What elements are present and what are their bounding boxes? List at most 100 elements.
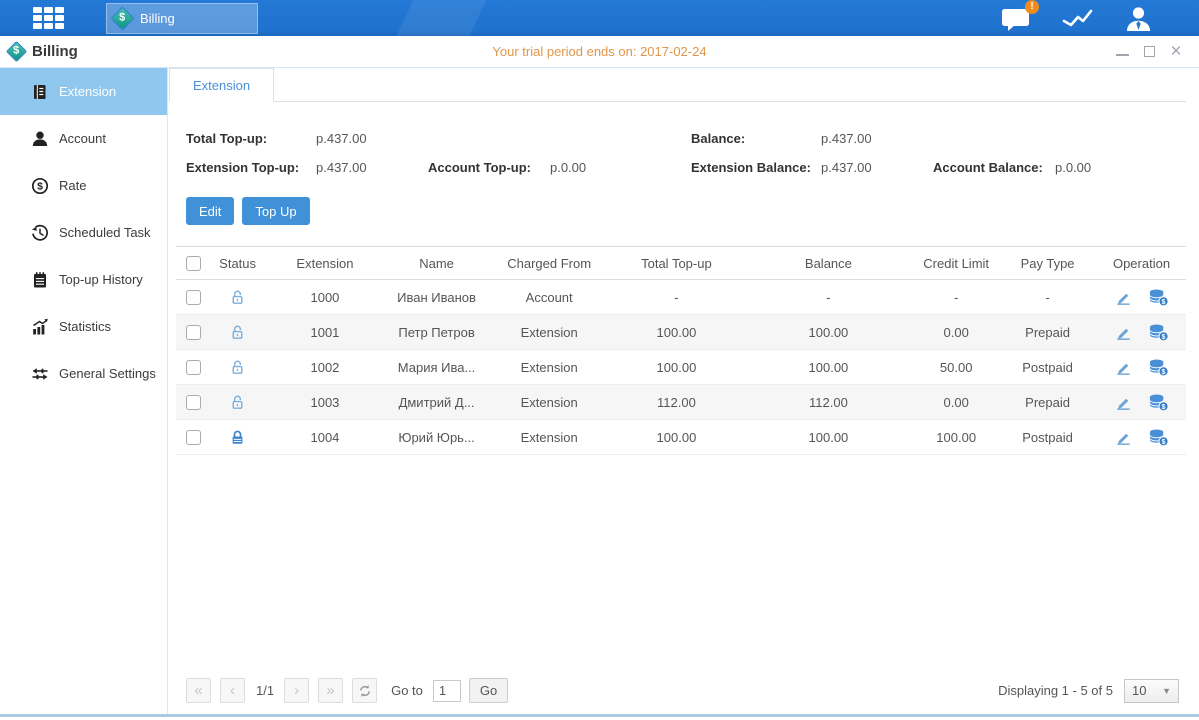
sidebar-item-extension[interactable]: Extension (0, 68, 167, 115)
close-button[interactable]: × (1169, 45, 1183, 59)
go-button[interactable]: Go (469, 678, 508, 703)
sidebar-item-account[interactable]: Account (0, 115, 167, 162)
extension-topup-label: Extension Top-up: (186, 160, 316, 175)
col-charged-from: Charged From (488, 247, 610, 280)
cell-total-topup: - (610, 280, 742, 315)
row-checkbox[interactable] (186, 430, 201, 445)
total-topup-label: Total Top-up: (186, 131, 316, 146)
cell-total-topup: 100.00 (610, 315, 742, 350)
edit-row-icon[interactable] (1114, 288, 1133, 307)
cell-credit-limit: - (914, 280, 998, 315)
refresh-button[interactable] (352, 678, 377, 703)
sidebar-item-label: Account (59, 131, 106, 146)
unlocked-status-icon[interactable] (229, 394, 246, 411)
sidebar-item-topup-history[interactable]: Top-up History (0, 256, 167, 303)
cell-total-topup: 112.00 (610, 385, 742, 420)
svg-text:$: $ (1162, 332, 1166, 340)
goto-page-input[interactable] (433, 680, 461, 702)
row-checkbox[interactable] (186, 290, 201, 305)
edit-row-icon[interactable] (1114, 428, 1133, 447)
sidebar-item-label: Extension (59, 84, 116, 99)
sidebar-item-label: Rate (59, 178, 86, 193)
messages-icon[interactable]: ! (1001, 6, 1032, 31)
window-title: Billing (32, 43, 78, 60)
col-status: Status (210, 247, 265, 280)
unlocked-status-icon[interactable] (229, 324, 246, 341)
account-topup-label: Account Top-up: (428, 160, 550, 175)
cell-extension: 1002 (265, 350, 385, 385)
sidebar-item-scheduled-task[interactable]: Scheduled Task (0, 209, 167, 256)
refresh-icon (358, 684, 372, 698)
page-size-select[interactable]: 10 ▼ (1124, 679, 1179, 703)
svg-text:$: $ (1162, 437, 1166, 445)
minimize-button[interactable] (1115, 45, 1129, 59)
topup-row-icon[interactable]: $ (1148, 323, 1169, 342)
taskbar: $ Billing ! (0, 0, 1199, 36)
chevron-down-icon: ▼ (1162, 686, 1171, 696)
col-extension: Extension (265, 247, 385, 280)
cell-balance: 100.00 (743, 420, 915, 455)
row-checkbox[interactable] (186, 325, 201, 340)
cell-charged-from: Extension (488, 385, 610, 420)
sidebar: Extension Account $ Rate Scheduled Task (0, 68, 168, 714)
edit-row-icon[interactable] (1114, 358, 1133, 377)
sidebar-item-rate[interactable]: $ Rate (0, 162, 167, 209)
edit-row-icon[interactable] (1114, 323, 1133, 342)
main-content: Extension Total Top-up: p.437.00 Extensi… (168, 68, 1199, 714)
scheduled-task-clock-icon (31, 224, 49, 242)
maximize-button[interactable] (1142, 45, 1156, 59)
edit-button[interactable]: Edit (186, 197, 234, 225)
table-row: 1000 Иван Иванов Account - - - - (176, 280, 1186, 315)
cell-extension: 1003 (265, 385, 385, 420)
topup-row-icon[interactable]: $ (1148, 358, 1169, 377)
account-person-icon (31, 130, 49, 148)
next-page-button[interactable]: › (284, 678, 309, 703)
goto-label: Go to (391, 683, 423, 698)
last-page-button[interactable]: » (318, 678, 343, 703)
cell-credit-limit: 100.00 (914, 420, 998, 455)
col-credit-limit: Credit Limit (914, 247, 998, 280)
col-balance: Balance (743, 247, 915, 280)
first-page-button[interactable]: « (186, 678, 211, 703)
reports-chart-icon[interactable] (1062, 6, 1094, 30)
col-name: Name (385, 247, 488, 280)
app-grid-icon[interactable] (33, 7, 64, 29)
taskbar-tab-billing[interactable]: $ Billing (106, 3, 258, 34)
edit-row-icon[interactable] (1114, 393, 1133, 412)
locked-status-icon[interactable] (229, 429, 246, 446)
select-all-checkbox[interactable] (186, 256, 201, 271)
cell-pay-type: - (998, 280, 1097, 315)
unlocked-status-icon[interactable] (229, 289, 246, 306)
user-account-icon[interactable] (1124, 5, 1153, 31)
unlocked-status-icon[interactable] (229, 359, 246, 376)
tab-strip: Extension (169, 68, 1186, 102)
sidebar-item-general-settings[interactable]: General Settings (0, 350, 167, 397)
col-total-topup: Total Top-up (610, 247, 742, 280)
tab-extension[interactable]: Extension (169, 68, 274, 102)
cell-pay-type: Postpaid (998, 420, 1097, 455)
statistics-chart-icon (31, 318, 49, 336)
svg-text:$: $ (1162, 402, 1166, 410)
cell-credit-limit: 50.00 (914, 350, 998, 385)
prev-page-button[interactable]: ‹ (220, 678, 245, 703)
cell-name: Петр Петров (385, 315, 488, 350)
row-checkbox[interactable] (186, 360, 201, 375)
cell-balance: 100.00 (743, 315, 915, 350)
cell-total-topup: 100.00 (610, 350, 742, 385)
svg-text:$: $ (1162, 297, 1166, 305)
balance-value: p.437.00 (821, 131, 933, 146)
top-up-button[interactable]: Top Up (242, 197, 309, 225)
row-checkbox[interactable] (186, 395, 201, 410)
col-operation: Operation (1097, 247, 1186, 280)
topup-row-icon[interactable]: $ (1148, 288, 1169, 307)
window-titlebar: $ Billing Your trial period ends on: 201… (0, 36, 1199, 68)
topup-row-icon[interactable]: $ (1148, 393, 1169, 412)
extension-balance-value: p.437.00 (821, 160, 933, 175)
general-settings-arrows-icon (31, 365, 49, 383)
sidebar-item-label: Top-up History (59, 272, 143, 287)
cell-balance: - (743, 280, 915, 315)
topup-row-icon[interactable]: $ (1148, 428, 1169, 447)
cell-charged-from: Extension (488, 350, 610, 385)
cell-name: Иван Иванов (385, 280, 488, 315)
sidebar-item-statistics[interactable]: Statistics (0, 303, 167, 350)
